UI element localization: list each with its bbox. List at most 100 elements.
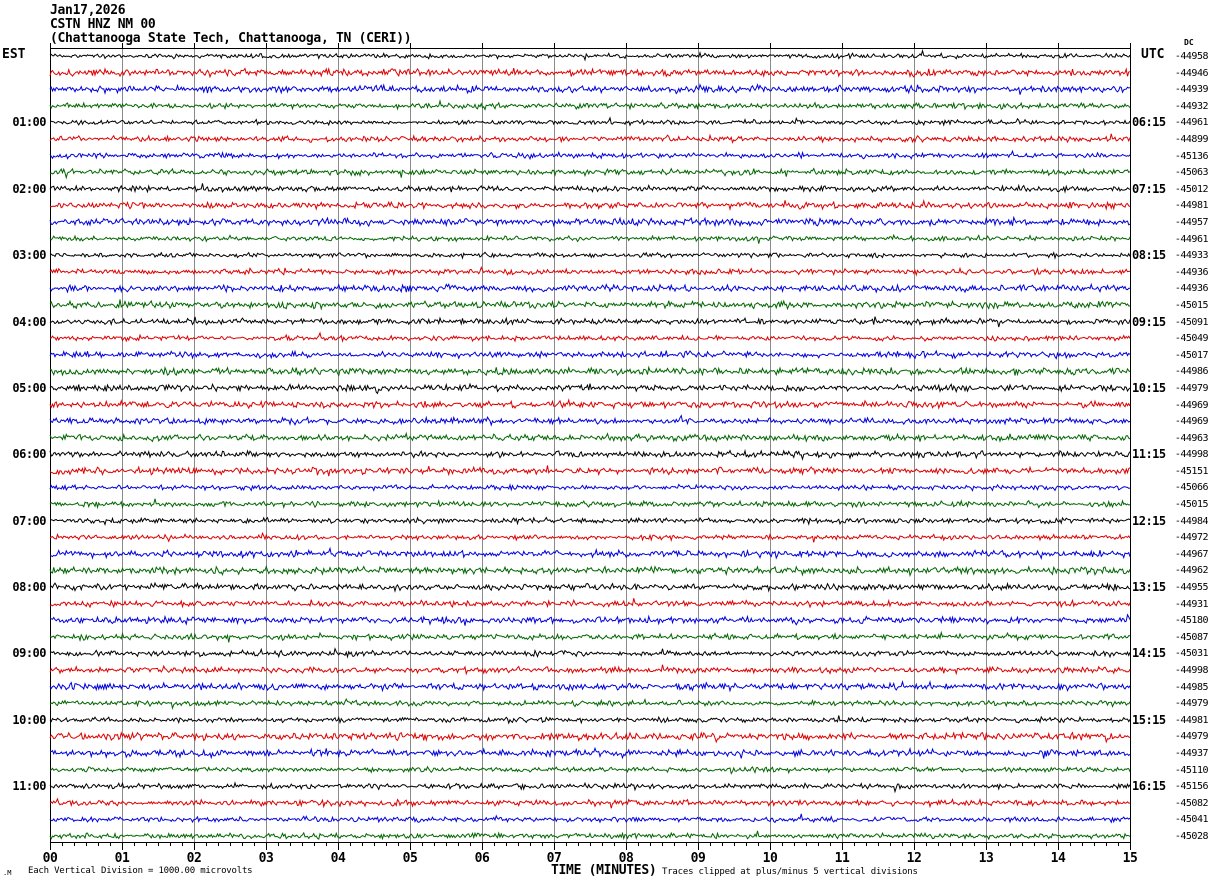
- est-hour-label: 03:00: [12, 248, 46, 263]
- clipping-note: Traces clipped at plus/minus 5 vertical …: [662, 867, 918, 877]
- seismogram-trace-row-19: [49, 365, 1131, 377]
- seismogram-trace-row-8: [49, 183, 1131, 194]
- dc-offset-value-row-2: -44939: [1174, 84, 1209, 96]
- dc-offset-value-row-0: -44958: [1174, 51, 1209, 62]
- seismogram-trace-row-6: [49, 149, 1131, 161]
- seismogram-trace-row-32: [49, 581, 1131, 593]
- helicorder-page: Jan17,2026 CSTN HNZ NM 00 (Chattanooga S…: [0, 0, 1210, 886]
- dc-offset-value-row-26: -45066: [1174, 482, 1209, 494]
- seismogram-trace-row-28: [49, 516, 1131, 526]
- seismogram-trace-row-9: [49, 198, 1131, 212]
- seismogram-trace-row-38: [49, 680, 1131, 693]
- est-hour-label: 08:00: [12, 580, 46, 595]
- seismogram-trace-row-46: [49, 813, 1131, 824]
- dc-offset-value-row-23: -44963: [1174, 432, 1209, 444]
- dc-offset-value-row-13: -44936: [1174, 266, 1209, 278]
- seismogram-trace-row-36: [49, 647, 1131, 659]
- seismogram-trace-row-31: [49, 564, 1131, 578]
- seismogram-trace-row-27: [49, 498, 1131, 510]
- utc-hour-label: 16:15: [1132, 779, 1166, 794]
- dc-offset-value-row-43: -45110: [1174, 764, 1209, 776]
- est-hour-label: 02:00: [12, 181, 46, 196]
- x-tick-label-02: 02: [186, 851, 202, 866]
- seismogram-trace-row-17: [50, 331, 1131, 343]
- seismogram-trace-row-14: [49, 282, 1130, 294]
- seismogram-trace-row-16: [49, 316, 1131, 328]
- dc-offset-value-row-5: -44899: [1174, 133, 1209, 145]
- seismogram-trace-row-47: [49, 830, 1131, 841]
- utc-hour-label: 14:15: [1132, 646, 1166, 661]
- seismogram-trace-row-39: [49, 698, 1131, 711]
- seismogram-trace-row-42: [49, 746, 1131, 760]
- seismogram-trace-row-29: [49, 531, 1131, 543]
- seismogram-trace-row-10: [49, 215, 1131, 228]
- seismogram-trace-row-0: [49, 48, 1131, 62]
- seismogram-trace-row-44: [49, 781, 1131, 794]
- dc-offset-value-row-6: -45136: [1174, 150, 1209, 162]
- dc-offset-value-row-11: -44961: [1174, 233, 1209, 245]
- est-hour-label: 06:00: [12, 447, 46, 462]
- est-hour-label: 10:00: [12, 712, 46, 727]
- utc-hour-label: 13:15: [1132, 580, 1166, 595]
- dc-offset-value-row-31: -44962: [1174, 565, 1209, 577]
- seismogram-trace-row-15: [49, 299, 1130, 311]
- plot-border: [50, 48, 1131, 843]
- x-tick-label-05: 05: [402, 851, 418, 866]
- seismogram-trace-row-45: [49, 797, 1130, 809]
- seismogram-trace-row-4: [49, 116, 1131, 127]
- seismogram-trace-row-24: [49, 448, 1131, 461]
- seismogram-trace-row-43: [49, 765, 1131, 775]
- x-tick-label-04: 04: [330, 851, 346, 866]
- x-tick-label-14: 14: [1050, 851, 1066, 866]
- dc-offset-value-row-45: -45082: [1174, 797, 1209, 809]
- dc-offset-value-row-35: -45087: [1174, 631, 1209, 643]
- dc-offset-value-row-39: -44979: [1174, 698, 1209, 710]
- dc-offset-value-row-1: -44946: [1174, 67, 1209, 79]
- utc-hour-label: 09:15: [1132, 314, 1166, 329]
- seismogram-trace-row-34: [49, 613, 1131, 626]
- seismogram-trace-row-2: [49, 83, 1131, 95]
- dc-offset-value-row-34: -45180: [1174, 615, 1209, 627]
- seismogram-trace-row-25: [49, 465, 1131, 477]
- x-tick-label-06: 06: [474, 851, 490, 866]
- seismogram-trace-row-33: [49, 598, 1131, 609]
- seismogram-trace-row-1: [49, 67, 1131, 79]
- x-tick-label-00: 00: [42, 851, 58, 866]
- seismogram-trace-row-5: [49, 133, 1131, 144]
- dc-offset-value-row-37: -44998: [1174, 665, 1209, 677]
- dc-offset-value-row-10: -44957: [1174, 216, 1209, 228]
- dc-offset-value-row-7: -45063: [1174, 167, 1209, 179]
- utc-hour-label: 15:15: [1132, 712, 1166, 727]
- seismogram-trace-row-21: [49, 398, 1131, 410]
- seismogram-trace-row-41: [49, 731, 1131, 744]
- utc-hour-label: 10:15: [1132, 380, 1166, 395]
- est-hour-label: 05:00: [12, 380, 46, 395]
- x-tick-label-01: 01: [114, 851, 130, 866]
- vertical-division-note: Each Vertical Division = 1000.00 microvo…: [28, 866, 253, 876]
- seismogram-trace-row-26: [49, 483, 1131, 492]
- dc-offset-value-row-22: -44969: [1174, 416, 1209, 428]
- dc-offset-value-row-19: -44986: [1174, 366, 1209, 378]
- seismogram-trace-row-18: [49, 349, 1131, 360]
- dc-offset-value-row-21: -44969: [1174, 399, 1209, 411]
- seismogram-plot: [49, 43, 1131, 850]
- seismogram-trace-row-23: [49, 431, 1131, 443]
- dc-offset-value-row-9: -44981: [1174, 200, 1209, 212]
- est-hour-label: 04:00: [12, 314, 46, 329]
- est-hour-label: 01:00: [12, 115, 46, 130]
- dc-offset-value-row-15: -45015: [1174, 299, 1209, 311]
- dc-offset-value-row-14: -44936: [1174, 283, 1209, 295]
- seismogram-trace-row-22: [49, 414, 1131, 427]
- x-axis-title: TIME (MINUTES): [551, 863, 657, 878]
- utc-hour-label: 06:15: [1132, 115, 1166, 130]
- x-tick-label-11: 11: [834, 851, 850, 866]
- dc-offset-value-row-33: -44931: [1174, 598, 1209, 610]
- x-tick-label-13: 13: [978, 851, 994, 866]
- seismogram-trace-row-13: [49, 265, 1130, 277]
- x-tick-label-09: 09: [690, 851, 706, 866]
- dc-offset-value-row-17: -45049: [1174, 333, 1209, 345]
- seismogram-trace-row-11: [49, 233, 1131, 244]
- dc-offset-value-row-38: -44985: [1174, 681, 1209, 693]
- seismogram-trace-row-37: [49, 664, 1131, 676]
- dc-offset-value-row-42: -44937: [1174, 748, 1209, 760]
